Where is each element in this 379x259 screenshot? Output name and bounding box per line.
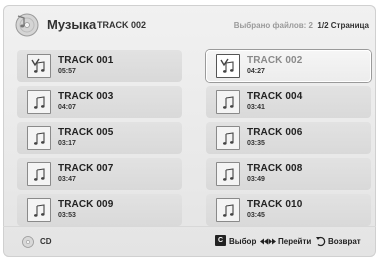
track-duration: 03:35 [247,140,265,147]
track-duration: 04:27 [247,68,265,75]
music-note-icon [216,198,240,222]
track-duration: 03:17 [58,140,76,147]
track-name: TRACK 003 [58,91,114,102]
track-duration: 03:41 [247,104,265,111]
track-item[interactable]: TRACK 003 04:07 [17,86,182,118]
source-label: CD [40,237,52,246]
page-title: Музыка [47,17,97,32]
footer-bar: CD C Выбор Перейти Возврат [3,226,376,257]
track-name: TRACK 002 [247,55,303,66]
selected-files-count: Выбрано файлов: 2 [233,21,313,30]
track-duration: 04:07 [58,104,76,111]
track-item[interactable]: TRACK 005 03:17 [17,122,182,154]
track-name: TRACK 006 [247,127,303,138]
music-note-icon [216,54,240,78]
track-duration: 05:57 [58,68,76,75]
header: Музыка TRACK 002 Выбрано файлов: 2 1/2 С… [3,5,376,43]
track-item-focused[interactable]: TRACK 002 04:27 [206,50,371,82]
track-item[interactable]: TRACK 007 03:47 [17,158,182,190]
track-item[interactable]: TRACK 010 03:45 [206,194,371,226]
cd-icon [22,236,34,248]
go-hint[interactable]: Перейти [278,237,311,246]
back-hint[interactable]: Возврат [328,237,361,246]
track-item[interactable]: TRACK 009 03:53 [17,194,182,226]
page-indicator: 1/2 Страница [317,21,369,30]
skip-arrows-icon [260,238,276,245]
track-item[interactable]: TRACK 006 03:35 [206,122,371,154]
music-note-icon [27,90,51,114]
track-duration: 03:47 [58,176,76,183]
music-note-icon [27,54,51,78]
track-duration: 03:49 [247,176,265,183]
track-name: TRACK 001 [58,55,114,66]
track-name: TRACK 005 [58,127,114,138]
music-note-icon [216,126,240,150]
music-note-icon [216,90,240,114]
track-item[interactable]: TRACK 008 03:49 [206,158,371,190]
current-track-title: TRACK 002 [97,20,147,30]
c-key-icon: C [215,235,226,246]
select-hint[interactable]: Выбор [229,237,256,246]
track-name: TRACK 007 [58,163,114,174]
track-name: TRACK 008 [247,163,303,174]
track-item[interactable]: TRACK 004 03:41 [206,86,371,118]
track-duration: 03:45 [247,212,265,219]
music-disc-icon [15,13,39,37]
track-item[interactable]: TRACK 001 05:57 [17,50,182,82]
track-duration: 03:53 [58,212,76,219]
music-note-icon [27,162,51,186]
track-name: TRACK 009 [58,199,114,210]
music-browser-screen: Музыка TRACK 002 Выбрано файлов: 2 1/2 С… [3,5,376,257]
track-name: TRACK 010 [247,199,303,210]
music-note-icon [216,162,240,186]
music-note-icon [27,198,51,222]
music-note-icon [27,126,51,150]
return-icon [316,236,326,247]
track-name: TRACK 004 [247,91,303,102]
